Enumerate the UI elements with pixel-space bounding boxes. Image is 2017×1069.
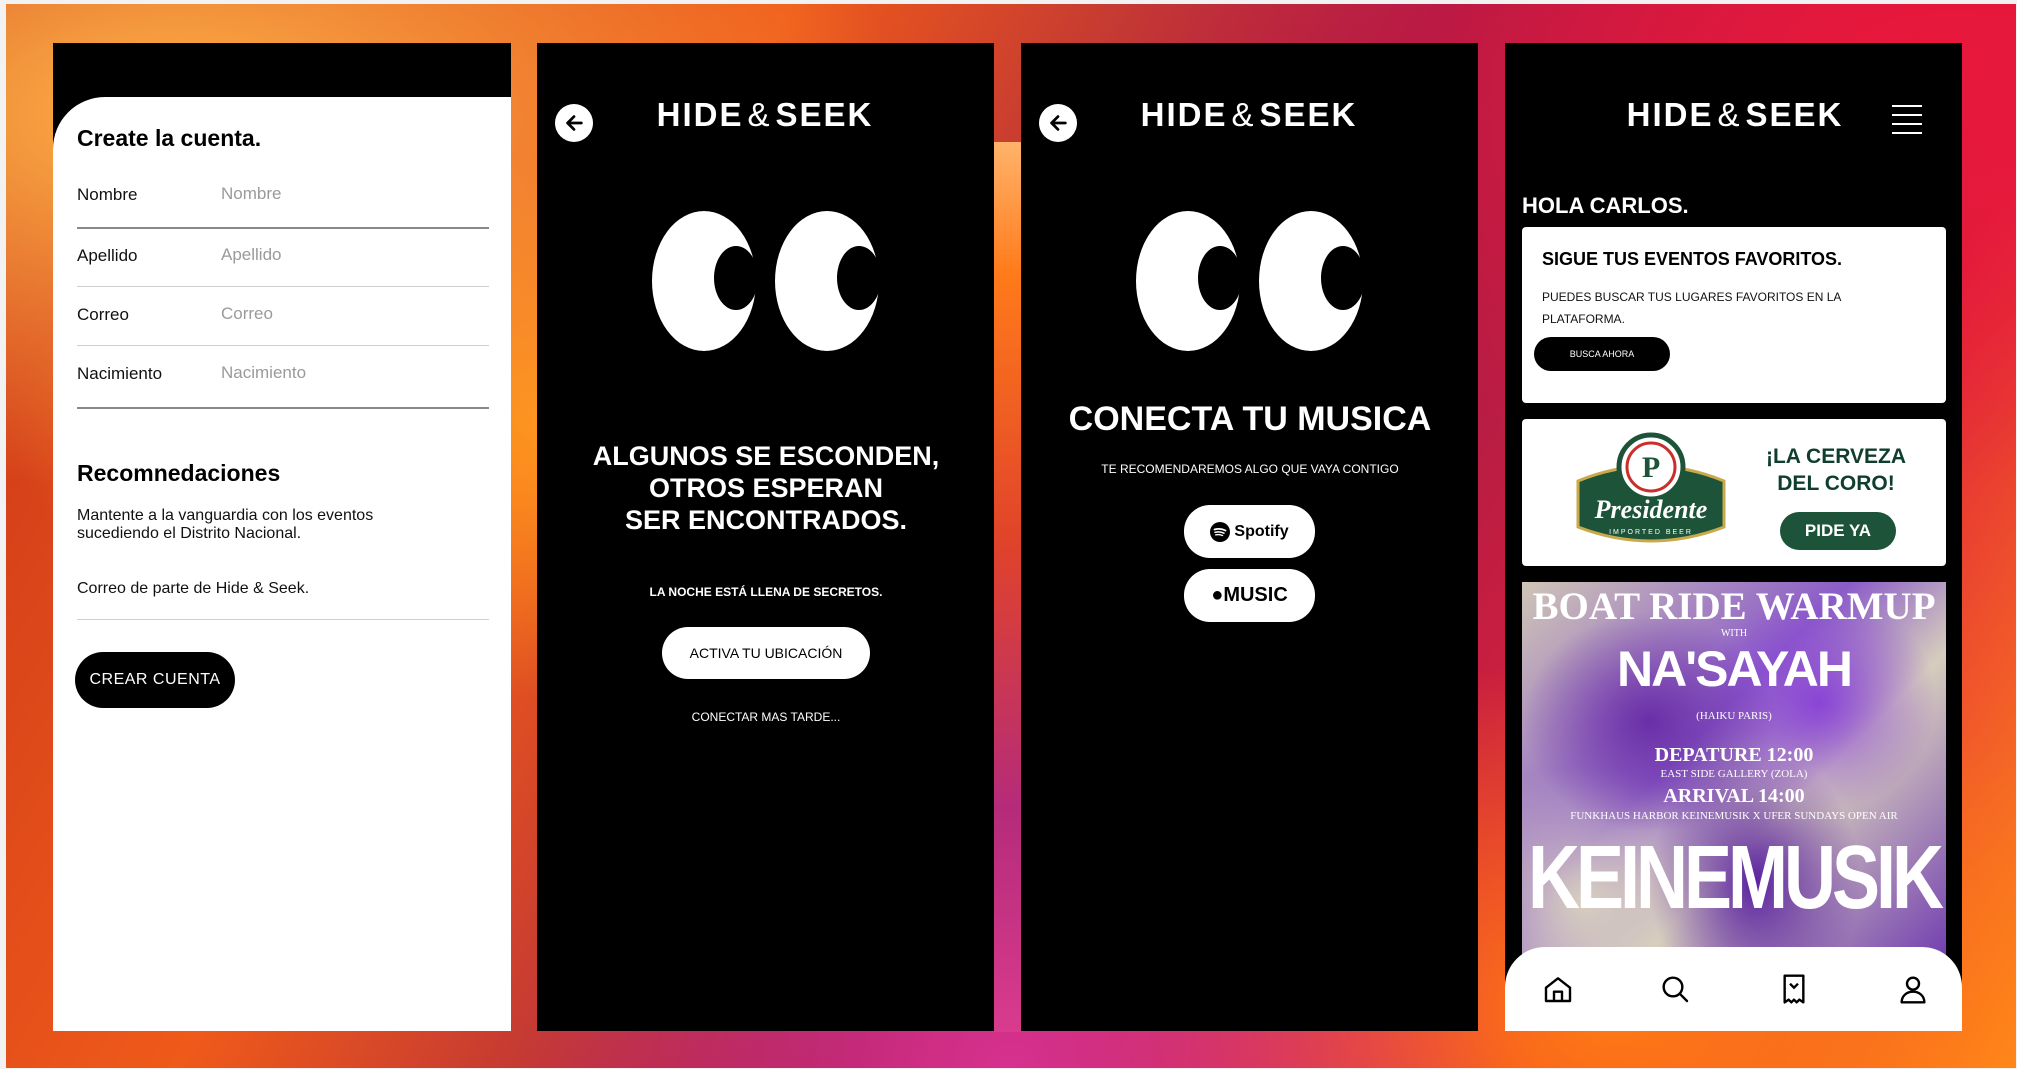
- search-now-button[interactable]: BUSCA AHORA: [1534, 337, 1670, 371]
- brand-logo: HIDE & SEEK: [656, 96, 874, 133]
- subtitle: LA NOCHE ESTÁ LLENA DE SECRETOS.: [649, 585, 883, 599]
- favorites-title: SIGUE TUS EVENTOS FAVORITOS.: [1542, 249, 1843, 269]
- promo-title: ¡LA CERVEZA DEL CORO!: [1765, 445, 1906, 495]
- email-input[interactable]: [219, 299, 483, 329]
- gradient-strip: [994, 142, 1021, 1032]
- subtitle: TE RECOMENDAREMOS ALGO QUE VAYA CONTIGO: [1101, 462, 1399, 476]
- presidente-logo: P Presidente IMPORTED BEER: [1576, 432, 1726, 543]
- brand-logo: HIDE & SEEK: [1140, 96, 1358, 133]
- headline: ALGUNOS SE ESCONDEN, OTROS ESPERAN SER E…: [592, 441, 940, 535]
- name-row: Nombre: [77, 173, 489, 217]
- headline: CONECTA TU MUSICA: [1068, 400, 1432, 438]
- create-account-button[interactable]: CREAR CUENTA: [75, 652, 235, 708]
- event-poster[interactable]: BOAT RIDE WARMUP WITH NA'SAYAH (HAIKU PA…: [1522, 582, 1946, 982]
- event-artist: NA'SAYAH: [1617, 641, 1853, 697]
- favorites-card: SIGUE TUS EVENTOS FAVORITOS. PUEDES BUSC…: [1522, 227, 1946, 403]
- svg-text:P: P: [1642, 451, 1660, 484]
- event-departure-place: EAST SIDE GALLERY (ZOLA): [1660, 768, 1808, 780]
- back-button[interactable]: [555, 104, 593, 142]
- menu-icon[interactable]: [1892, 105, 1922, 141]
- recommendations-title: Recomnedaciones: [77, 460, 281, 486]
- spotify-icon: [1210, 521, 1231, 542]
- divider: [77, 286, 489, 287]
- mail-option[interactable]: Correo de parte de Hide & Seek.: [77, 580, 309, 598]
- event-with: WITH: [1720, 628, 1748, 639]
- connect-later-link[interactable]: CONECTAR MAS TARDE...: [537, 710, 994, 724]
- surname-input[interactable]: [219, 240, 483, 270]
- svg-text:IMPORTED BEER: IMPORTED BEER: [1609, 529, 1693, 536]
- apple-icon: ●: [1211, 584, 1224, 606]
- bookmark-icon[interactable]: [1778, 973, 1810, 1005]
- search-icon[interactable]: [1659, 973, 1691, 1005]
- back-button[interactable]: [1039, 104, 1077, 142]
- svg-text:Presidente: Presidente: [1594, 495, 1708, 524]
- name-label: Nombre: [77, 185, 138, 204]
- music-screen: HIDE & SEEK CONECTA TU MUSICA TE RECOMENDA…: [994, 43, 1478, 1032]
- event-label: KEINEMUSIK: [1527, 828, 1944, 928]
- greeting: HOLA CARLOS.: [1522, 193, 1689, 218]
- event-arrival: ARRIVAL 14:00: [1663, 785, 1805, 807]
- birth-label: Nacimiento: [77, 364, 163, 383]
- form-sheet: Create la cuenta. Nombre Apellido Correo…: [53, 97, 511, 1031]
- profile-icon[interactable]: [1897, 973, 1929, 1005]
- divider: [77, 345, 489, 346]
- event-arrival-place: FUNKHAUS HARBOR KEINEMUSIK X UFER SUNDAY…: [1570, 810, 1898, 822]
- bottom-nav: [1505, 947, 1962, 1031]
- eyes-icon: [652, 211, 881, 351]
- order-now-button[interactable]: PIDE YA: [1780, 512, 1896, 550]
- presidente-promo[interactable]: P Presidente IMPORTED BEER ¡LA CERVEZA D…: [1522, 419, 1946, 566]
- location-screen: HIDE & SEEK ALGUNOS SE ESCONDEN, OTROS ESP…: [537, 43, 994, 1031]
- event-departure: DEPATURE 12:00: [1654, 744, 1814, 766]
- divider: [77, 407, 489, 409]
- activate-location-button[interactable]: ACTIVA TU UBICACIÓN: [662, 627, 870, 679]
- create-account-screen: Create la cuenta. Nombre Apellido Correo…: [53, 43, 511, 1031]
- recommendations-description: Mantente a la vanguardia con los eventos…: [77, 507, 374, 542]
- name-input[interactable]: [219, 179, 483, 209]
- birth-row: Nacimiento: [77, 352, 489, 396]
- arrow-left-icon: [566, 115, 583, 131]
- birth-input[interactable]: [219, 358, 483, 388]
- home-icon[interactable]: [1542, 973, 1574, 1005]
- brand-logo: HIDE & SEEK: [1626, 96, 1844, 133]
- surname-label: Apellido: [77, 246, 138, 265]
- form-title: Create la cuenta.: [77, 125, 262, 151]
- spotify-button[interactable]: Spotify: [1184, 505, 1315, 558]
- event-artist-origin: (HAIKU PARIS): [1696, 710, 1772, 722]
- surname-row: Apellido: [77, 234, 489, 278]
- home-screen: HIDE & SEEK HOLA CARLOS. SIGUE TUS EVENTOS…: [1505, 43, 1962, 1031]
- divider: [77, 619, 489, 620]
- eyes-icon: [1136, 211, 1365, 351]
- event-title: BOAT RIDE WARMUP: [1532, 585, 1936, 628]
- apple-music-button[interactable]: ●MUSIC: [1184, 569, 1315, 622]
- email-row: Correo: [77, 293, 489, 337]
- divider: [77, 227, 489, 229]
- favorites-description: PUEDES BUSCAR TUS LUGARES FAVORITOS EN L…: [1542, 290, 1841, 326]
- email-label: Correo: [77, 305, 129, 324]
- arrow-left-icon: [1050, 115, 1067, 131]
